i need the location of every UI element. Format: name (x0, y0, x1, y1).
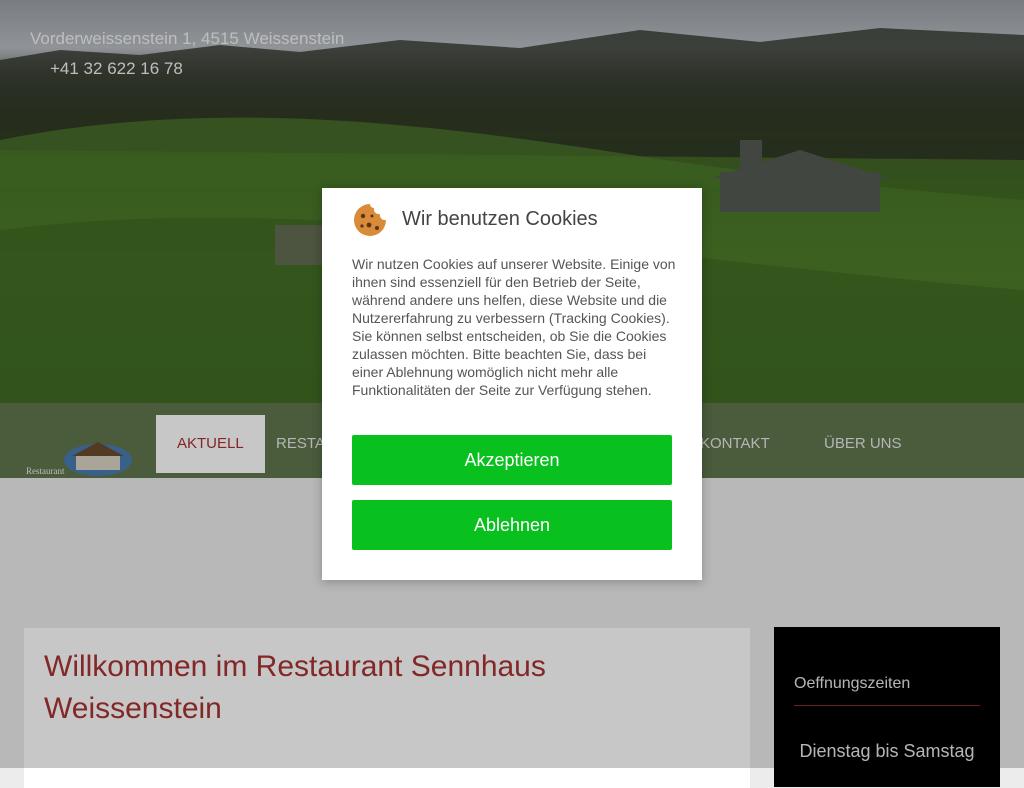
accept-cookies-button[interactable]: Akzeptieren (352, 435, 672, 485)
cookie-dialog-title: Wir benutzen Cookies (402, 208, 598, 230)
cookie-icon (352, 202, 388, 238)
cookie-dialog: Wir benutzen Cookies Wir nutzen Cookies … (322, 188, 702, 580)
decline-cookies-button[interactable]: Ablehnen (352, 500, 672, 550)
cookie-dialog-text: Wir nutzen Cookies auf unserer Website. … (352, 256, 676, 398)
